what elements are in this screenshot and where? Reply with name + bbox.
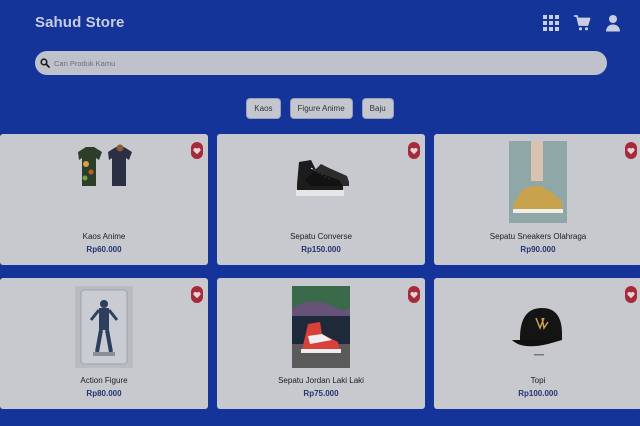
favorite-button[interactable] — [191, 286, 203, 303]
heart-icon — [410, 147, 418, 154]
heart-icon — [627, 291, 635, 298]
product-name[interactable]: Action Figure — [0, 376, 208, 385]
favorite-button[interactable] — [625, 142, 637, 159]
grid-icon[interactable] — [542, 14, 560, 32]
heart-icon — [193, 147, 201, 154]
product-image — [78, 144, 132, 186]
product-price: Rp90.000 — [520, 245, 556, 254]
product-name[interactable]: Sepatu Sneakers Olahraga — [434, 232, 640, 241]
product-name[interactable]: Sepatu Jordan Laki Laki — [217, 376, 425, 385]
user-icon[interactable] — [604, 14, 622, 32]
category-baju-button[interactable]: Baju — [361, 98, 394, 119]
product-card[interactable]: Sepatu Converse Rp150.000 — [217, 134, 425, 265]
product-name[interactable]: Kaos Anime — [0, 232, 208, 241]
product-card[interactable]: Kaos Anime Rp60.000 — [0, 134, 208, 265]
product-image — [75, 286, 133, 368]
category-figure-anime-button[interactable]: Figure Anime — [289, 98, 353, 119]
header-icons — [542, 14, 622, 32]
product-card[interactable]: Action Figure Rp80.000 — [0, 278, 208, 409]
product-image — [296, 160, 349, 196]
heart-icon — [410, 291, 418, 298]
product-image — [512, 308, 562, 356]
favorite-button[interactable] — [191, 142, 203, 159]
brand-title[interactable]: Sahud Store — [35, 14, 124, 31]
product-price: Rp150.000 — [301, 245, 341, 254]
product-image — [509, 141, 567, 223]
app-header: Sahud Store — [0, 0, 640, 48]
product-image — [292, 286, 350, 368]
search-bar — [35, 51, 607, 75]
search-icon — [40, 58, 50, 68]
product-price: Rp80.000 — [86, 389, 122, 398]
product-price: Rp60.000 — [86, 245, 122, 254]
heart-icon — [627, 147, 635, 154]
product-card[interactable]: Sepatu Sneakers Olahraga Rp90.000 — [434, 134, 640, 265]
product-price: Rp100.000 — [518, 389, 558, 398]
cart-icon[interactable] — [573, 14, 591, 32]
product-price: Rp75.000 — [303, 389, 339, 398]
product-name[interactable]: Topi — [434, 376, 640, 385]
product-card[interactable]: Sepatu Jordan Laki Laki Rp75.000 — [217, 278, 425, 409]
product-card[interactable]: Topi Rp100.000 — [434, 278, 640, 409]
category-kaos-button[interactable]: Kaos — [246, 98, 281, 119]
favorite-button[interactable] — [408, 142, 420, 159]
favorite-button[interactable] — [625, 286, 637, 303]
search-input[interactable] — [54, 58, 574, 68]
heart-icon — [193, 291, 201, 298]
category-filter: Kaos Figure Anime Baju — [0, 98, 640, 119]
favorite-button[interactable] — [408, 286, 420, 303]
product-name[interactable]: Sepatu Converse — [217, 232, 425, 241]
